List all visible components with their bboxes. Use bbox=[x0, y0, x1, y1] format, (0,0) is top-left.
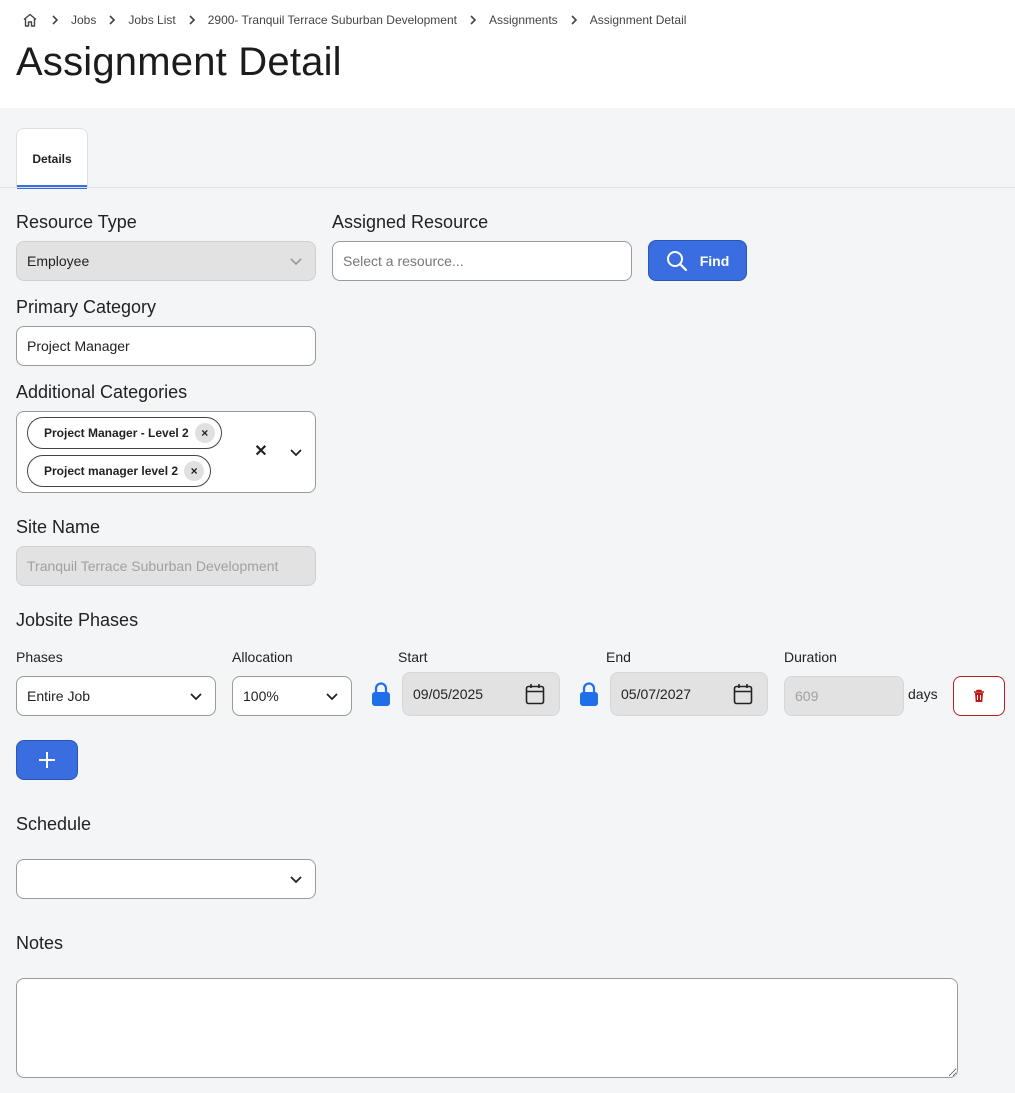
calendar-icon[interactable] bbox=[525, 683, 545, 705]
notes-label: Notes bbox=[16, 933, 64, 953]
category-chip-label: Project Manager - Level 2 bbox=[44, 426, 189, 440]
resource-type-value: Employee bbox=[27, 253, 90, 269]
site-name-value: Tranquil Terrace Suburban Development bbox=[27, 558, 279, 574]
allocation-value: 100% bbox=[243, 688, 279, 704]
lock-icon[interactable] bbox=[371, 681, 391, 707]
find-button[interactable]: Find bbox=[648, 240, 747, 281]
tab-divider bbox=[0, 187, 1015, 188]
assigned-resource-placeholder: Select a resource... bbox=[343, 253, 464, 269]
site-name-label: Site Name bbox=[16, 517, 101, 537]
page-title: Assignment Detail bbox=[16, 40, 342, 84]
lock-icon[interactable] bbox=[579, 681, 599, 707]
duration-input: 609 bbox=[784, 676, 904, 716]
additional-categories-label: Additional Categories bbox=[16, 382, 188, 402]
chevron-right-icon bbox=[182, 15, 202, 25]
start-column-label: Start bbox=[398, 649, 428, 665]
breadcrumb-jobs-list[interactable]: Jobs List bbox=[128, 13, 175, 27]
breadcrumb-job[interactable]: 2900- Tranquil Terrace Suburban Developm… bbox=[208, 13, 457, 27]
phases-column-label: Phases bbox=[16, 649, 63, 665]
chevron-down-icon bbox=[290, 258, 302, 266]
trash-icon bbox=[974, 689, 984, 702]
chevron-right-icon bbox=[463, 15, 483, 25]
allocation-column-label: Allocation bbox=[232, 649, 293, 665]
chevron-right-icon bbox=[102, 15, 122, 25]
chevron-down-icon bbox=[290, 876, 302, 884]
duration-value: 609 bbox=[795, 688, 819, 704]
breadcrumb-current: Assignment Detail bbox=[589, 13, 687, 27]
start-date-input[interactable]: 09/05/2025 bbox=[402, 672, 560, 716]
home-icon[interactable] bbox=[21, 11, 39, 29]
primary-category-input[interactable]: Project Manager bbox=[16, 326, 316, 366]
end-column-label: End bbox=[606, 649, 631, 665]
breadcrumb: Jobs Jobs List 2900- Tranquil Terrace Su… bbox=[21, 11, 686, 29]
remove-chip-icon[interactable]: × bbox=[194, 423, 215, 443]
clear-all-icon[interactable]: ✕ bbox=[254, 442, 268, 460]
plus-icon bbox=[39, 752, 55, 768]
schedule-select[interactable] bbox=[16, 859, 316, 899]
resource-type-select[interactable]: Employee bbox=[16, 241, 316, 281]
delete-phase-button[interactable] bbox=[953, 676, 1005, 716]
breadcrumb-jobs[interactable]: Jobs bbox=[71, 13, 96, 27]
allocation-select[interactable]: 100% bbox=[232, 676, 352, 716]
chevron-right-icon bbox=[45, 15, 65, 25]
category-chip-label: Project manager level 2 bbox=[44, 464, 179, 478]
primary-category-value: Project Manager bbox=[27, 338, 130, 354]
end-date-value: 05/07/2027 bbox=[621, 686, 692, 702]
calendar-icon[interactable] bbox=[733, 683, 753, 705]
assigned-resource-label: Assigned Resource bbox=[332, 212, 489, 232]
search-icon bbox=[666, 250, 687, 271]
chevron-down-icon bbox=[190, 693, 202, 701]
breadcrumb-assignments[interactable]: Assignments bbox=[489, 13, 558, 27]
chevron-right-icon bbox=[564, 15, 584, 25]
jobsite-phases-label: Jobsite Phases bbox=[16, 610, 139, 630]
notes-textarea[interactable] bbox=[16, 978, 958, 1078]
primary-category-label: Primary Category bbox=[16, 297, 157, 317]
page-header: Jobs Jobs List 2900- Tranquil Terrace Su… bbox=[0, 0, 1015, 108]
phase-value: Entire Job bbox=[27, 688, 91, 704]
chevron-down-icon[interactable] bbox=[289, 447, 303, 457]
duration-column-label: Duration bbox=[784, 649, 837, 665]
start-date-value: 09/05/2025 bbox=[413, 686, 484, 702]
category-chip: Project manager level 2 × bbox=[27, 455, 212, 487]
assigned-resource-input[interactable]: Select a resource... bbox=[332, 241, 632, 281]
tab-details[interactable]: Details bbox=[16, 128, 88, 189]
remove-chip-icon[interactable]: × bbox=[184, 461, 205, 481]
additional-categories-select[interactable]: Project Manager - Level 2 × Project mana… bbox=[16, 411, 316, 493]
find-button-label: Find bbox=[699, 252, 730, 269]
category-chip: Project Manager - Level 2 × bbox=[27, 417, 222, 449]
phase-select[interactable]: Entire Job bbox=[16, 676, 216, 716]
duration-unit: days bbox=[908, 686, 938, 702]
site-name-input: Tranquil Terrace Suburban Development bbox=[16, 546, 316, 586]
schedule-label: Schedule bbox=[16, 814, 92, 834]
add-phase-button[interactable] bbox=[16, 740, 78, 780]
resource-type-label: Resource Type bbox=[16, 212, 137, 232]
end-date-input[interactable]: 05/07/2027 bbox=[610, 672, 768, 716]
chevron-down-icon bbox=[326, 693, 338, 701]
